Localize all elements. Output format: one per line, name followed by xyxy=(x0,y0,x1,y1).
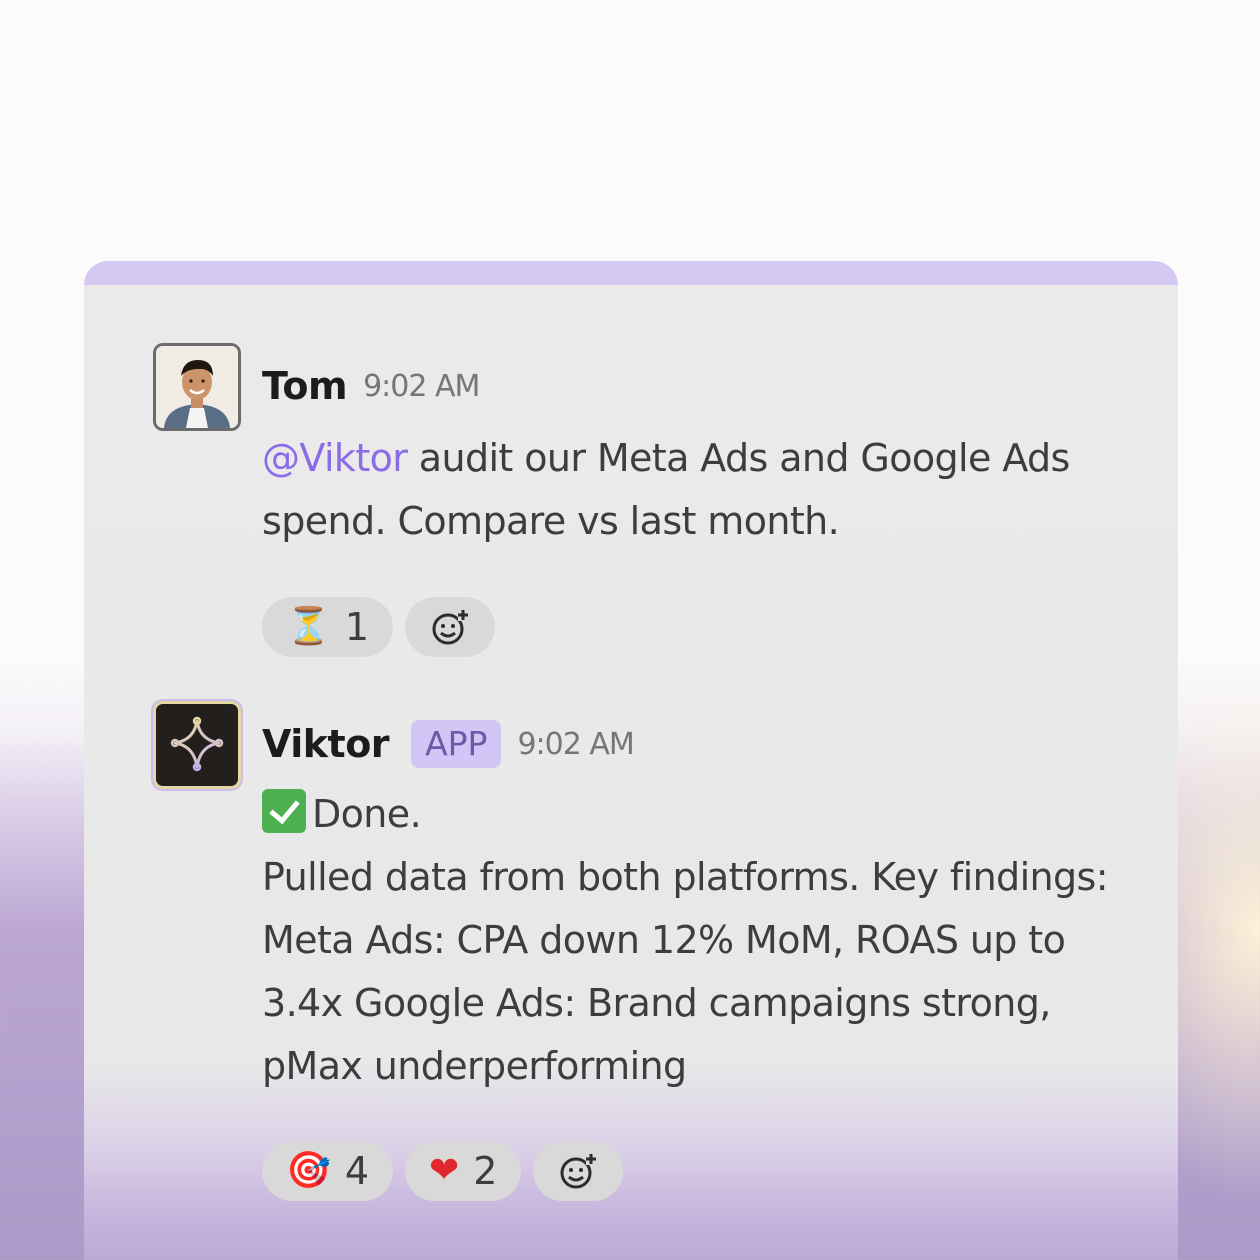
author-name[interactable]: Tom xyxy=(262,364,348,408)
author-name[interactable]: Viktor xyxy=(262,722,390,766)
add-reaction-icon xyxy=(560,1153,597,1189)
reaction-bar: ⏳ 1 xyxy=(262,597,496,657)
reaction-count: 4 xyxy=(344,1149,370,1193)
heart-icon: ❤ xyxy=(429,1150,460,1191)
avatar[interactable] xyxy=(153,343,241,431)
add-reaction-icon xyxy=(432,609,469,645)
status-line: Done. xyxy=(262,783,1122,846)
message-body: Done. Pulled data from both platforms. K… xyxy=(262,783,1122,1098)
reaction-count: 2 xyxy=(473,1149,498,1193)
message-body: @Viktor audit our Meta Ads and Google Ad… xyxy=(262,427,1122,553)
sparkle-outline-icon xyxy=(170,716,224,772)
message-header: Viktor APP 9:02 AM xyxy=(262,720,635,768)
timestamp[interactable]: 9:02 AM xyxy=(363,369,480,404)
reaction-hourglass[interactable]: ⏳ 1 xyxy=(262,597,394,657)
reaction-bar: 🎯 4 ❤ 2 xyxy=(262,1141,624,1201)
avatar[interactable] xyxy=(153,701,241,789)
reaction-heart[interactable]: ❤ 2 xyxy=(405,1141,522,1201)
direct-hit-icon: 🎯 xyxy=(286,1150,331,1191)
add-reaction-button[interactable] xyxy=(405,597,496,657)
add-reaction-button[interactable] xyxy=(533,1141,624,1201)
reaction-target[interactable]: 🎯 4 xyxy=(262,1141,394,1201)
chat-card: Tom 9:02 AM @Viktor audit our Meta Ads a… xyxy=(84,261,1178,1260)
timestamp[interactable]: 9:02 AM xyxy=(517,727,634,762)
mention-link[interactable]: @Viktor xyxy=(262,436,408,480)
user-photo xyxy=(156,346,238,428)
status-text: Done. xyxy=(312,792,422,836)
app-badge: APP xyxy=(411,720,502,768)
hourglass-icon: ⏳ xyxy=(286,606,331,647)
check-mark-button-icon xyxy=(262,789,306,833)
message-text: Pulled data from both platforms. Key fin… xyxy=(262,855,1109,1088)
reaction-count: 1 xyxy=(344,605,370,649)
message-header: Tom 9:02 AM xyxy=(262,363,480,409)
